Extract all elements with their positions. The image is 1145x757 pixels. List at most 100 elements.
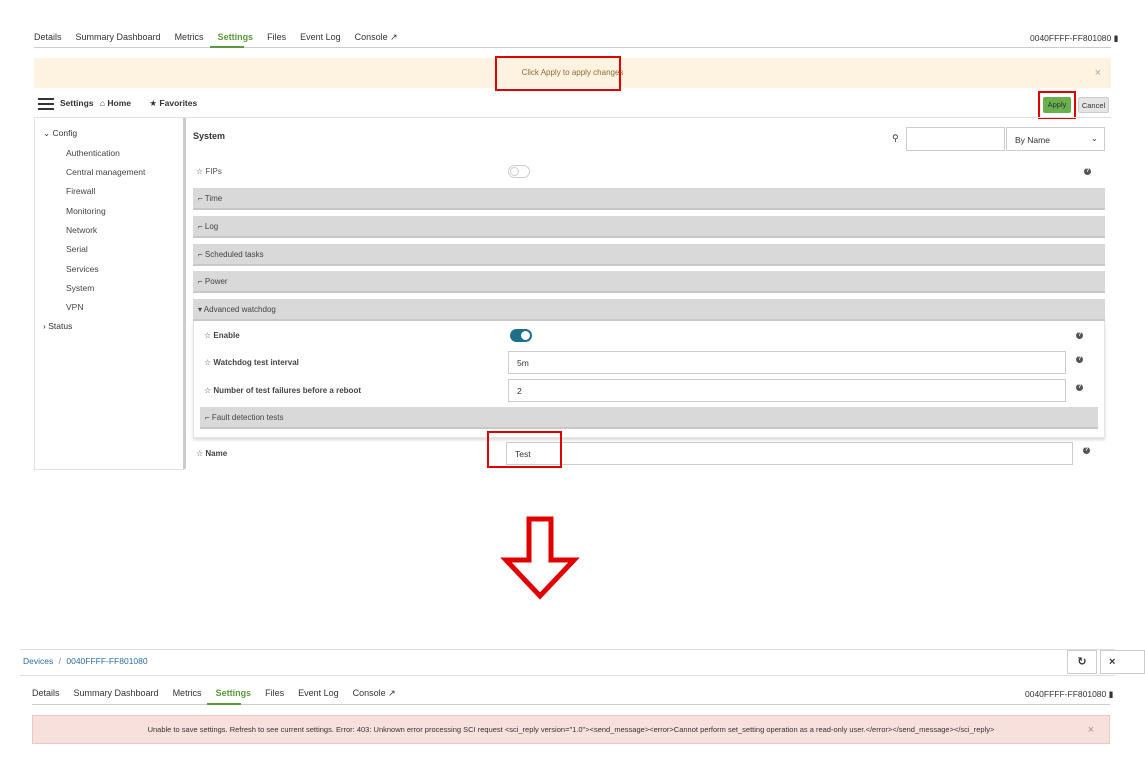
favorites-link[interactable]: Favorites xyxy=(159,98,197,108)
copy-icon[interactable]: ▮ xyxy=(1109,689,1114,699)
breadcrumb-top-border xyxy=(20,649,1115,650)
search-icon: ⚲ xyxy=(892,133,899,143)
interval-row: ☆ Watchdog test interval xyxy=(204,358,299,367)
collapse-icon: ⌐ xyxy=(205,413,210,422)
external-link-icon: ↗ xyxy=(390,32,398,42)
name-row: ☆ Name xyxy=(196,449,228,458)
error-message: Unable to save settings. Refresh to see … xyxy=(147,725,995,734)
breadcrumb-devices[interactable]: Devices xyxy=(23,656,53,666)
section-scheduled-tasks[interactable]: ⌐ Scheduled tasks xyxy=(193,244,1105,266)
section-title: System xyxy=(193,131,226,141)
toolbar-divider xyxy=(34,117,1111,118)
failures-input[interactable]: 2 xyxy=(508,379,1066,402)
sidebar-item-monitoring[interactable]: Monitoring xyxy=(66,206,106,216)
enable-row: ☆ Enable xyxy=(204,331,240,340)
section-advanced-watchdog[interactable]: ▾ Advanced watchdog xyxy=(193,299,1105,321)
breadcrumb-separator: / xyxy=(58,656,61,666)
device-id: 0040FFFF-FF801080 ▮ xyxy=(1025,689,1114,699)
down-arrow-icon xyxy=(500,516,580,600)
search-input[interactable] xyxy=(906,127,1005,151)
sidebar-item-authentication[interactable]: Authentication xyxy=(66,148,120,158)
tab-settings[interactable]: Settings xyxy=(218,32,254,43)
hamburger-icon[interactable] xyxy=(38,98,54,110)
collapse-icon: ⌐ xyxy=(198,222,203,231)
highlight-box-hint xyxy=(495,56,621,91)
top-tab-bar: Details Summary Dashboard Metrics Settin… xyxy=(34,32,412,43)
help-icon[interactable]: ? xyxy=(1083,447,1090,454)
enable-toggle[interactable] xyxy=(510,329,532,342)
help-icon[interactable]: ? xyxy=(1084,168,1091,175)
sidebar-item-firewall[interactable]: Firewall xyxy=(66,186,95,196)
tab-console[interactable]: Console ↗ xyxy=(355,32,398,43)
sidebar-item-serial[interactable]: Serial xyxy=(66,244,88,254)
breadcrumb-bottom-border xyxy=(20,675,1115,676)
breadcrumb-device[interactable]: 0040FFFF-FF801080 xyxy=(66,656,147,666)
tab-files[interactable]: Files xyxy=(265,688,284,699)
highlight-box-name xyxy=(487,431,562,468)
chevron-down-icon: ⌄ xyxy=(43,128,51,138)
sidebar-item-config[interactable]: ⌄ Config xyxy=(43,128,77,139)
close-icon[interactable]: × xyxy=(1088,724,1094,736)
star-outline-icon[interactable]: ☆ xyxy=(196,449,203,458)
sidebar-resizer[interactable] xyxy=(183,118,186,469)
failures-row: ☆ Number of test failures before a reboo… xyxy=(204,386,361,395)
fips-row: ☆ FIPs xyxy=(196,167,222,176)
sidebar-item-network[interactable]: Network xyxy=(66,225,97,235)
star-outline-icon[interactable]: ☆ xyxy=(196,167,203,176)
section-fault-detection-tests[interactable]: ⌐ Fault detection tests xyxy=(200,407,1098,429)
bottom-tab-bar: Details Summary Dashboard Metrics Settin… xyxy=(32,688,410,699)
section-power[interactable]: ⌐ Power xyxy=(193,271,1105,293)
tab-divider xyxy=(32,704,1110,705)
collapse-icon: ⌐ xyxy=(198,277,203,286)
collapse-icon: ⌐ xyxy=(198,250,203,259)
home-icon: ⌂ xyxy=(99,98,106,108)
tab-settings[interactable]: Settings xyxy=(216,688,252,699)
sidebar-item-status[interactable]: › Status xyxy=(43,321,72,331)
sort-select[interactable]: By Name ⌄ xyxy=(1006,127,1105,151)
sidebar-item-services[interactable]: Services xyxy=(66,264,99,274)
copy-icon[interactable]: ▮ xyxy=(1114,33,1119,43)
section-log[interactable]: ⌐ Log xyxy=(193,216,1105,238)
settings-link[interactable]: Settings xyxy=(60,98,94,108)
help-icon[interactable]: ? xyxy=(1076,356,1083,363)
tab-divider xyxy=(34,47,1111,48)
active-tab-indicator xyxy=(210,46,244,48)
expanded-icon: ▾ xyxy=(198,305,203,314)
tab-details[interactable]: Details xyxy=(32,688,60,699)
fips-toggle[interactable] xyxy=(508,165,530,178)
chevron-right-icon: › xyxy=(43,321,46,331)
close-icon[interactable]: × xyxy=(1100,650,1145,674)
close-icon[interactable]: × xyxy=(1095,67,1101,79)
help-icon[interactable]: ? xyxy=(1076,384,1083,391)
highlight-box-apply xyxy=(1038,91,1076,119)
tab-event-log[interactable]: Event Log xyxy=(300,32,341,43)
active-tab-indicator xyxy=(207,703,241,705)
star-outline-icon[interactable]: ☆ xyxy=(204,358,211,367)
tab-details[interactable]: Details xyxy=(34,32,62,43)
star-outline-icon[interactable]: ☆ xyxy=(204,386,211,395)
name-input[interactable]: Test xyxy=(506,442,1073,465)
sidebar-item-system[interactable]: System xyxy=(66,283,94,293)
help-icon[interactable]: ? xyxy=(1076,332,1083,339)
sidebar-item-central-management[interactable]: Central management xyxy=(66,167,145,177)
tab-files[interactable]: Files xyxy=(267,32,286,43)
tab-summary-dashboard[interactable]: Summary Dashboard xyxy=(74,688,159,699)
tab-console[interactable]: Console ↗ xyxy=(353,688,396,699)
device-id: 0040FFFF-FF801080 ▮ xyxy=(1030,33,1119,43)
collapse-icon: ⌐ xyxy=(198,194,203,203)
tab-event-log[interactable]: Event Log xyxy=(298,688,339,699)
home-link[interactable]: Home xyxy=(107,98,131,108)
cancel-button[interactable]: Cancel xyxy=(1078,97,1109,113)
sidebar-item-vpn[interactable]: VPN xyxy=(66,302,83,312)
tab-summary-dashboard[interactable]: Summary Dashboard xyxy=(76,32,161,43)
interval-input[interactable]: 5m xyxy=(508,351,1066,374)
tab-metrics[interactable]: Metrics xyxy=(173,688,202,699)
refresh-icon[interactable]: ↻ xyxy=(1067,650,1097,674)
star-outline-icon[interactable]: ☆ xyxy=(204,331,211,340)
breadcrumb: Devices / 0040FFFF-FF801080 xyxy=(23,656,148,666)
star-icon: ★ xyxy=(149,98,158,108)
section-time[interactable]: ⌐ Time xyxy=(193,188,1105,210)
error-banner: Unable to save settings. Refresh to see … xyxy=(32,715,1110,744)
toolbar-nav: Settings ⌂ Home ★ Favorites xyxy=(60,98,197,109)
tab-metrics[interactable]: Metrics xyxy=(175,32,204,43)
